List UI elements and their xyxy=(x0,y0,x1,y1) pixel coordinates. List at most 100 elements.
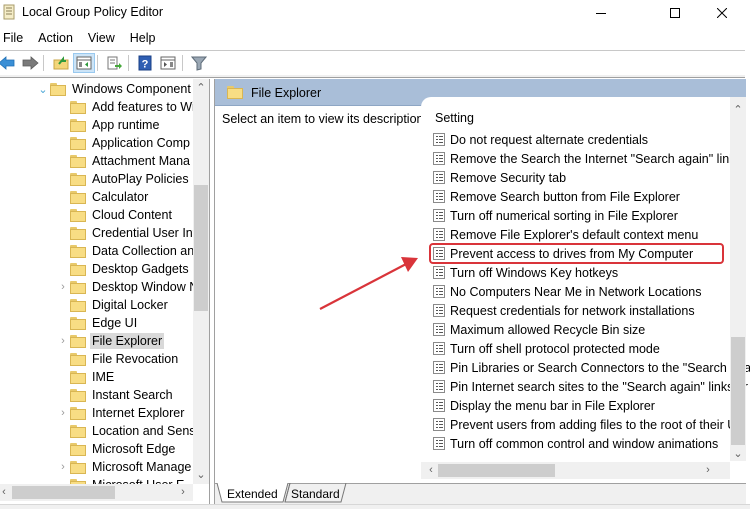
setting-row[interactable]: Do not request alternate credentials xyxy=(433,130,648,149)
setting-row[interactable]: Turn off numerical sorting in File Explo… xyxy=(433,206,678,225)
setting-label: Do not request alternate credentials xyxy=(450,132,649,147)
tree-horizontal-scroll-thumb[interactable] xyxy=(12,486,115,499)
settings-vertical-scrollbar[interactable]: ⌃ ⌄ xyxy=(730,97,746,461)
tree-item[interactable]: › File Explorer xyxy=(56,332,165,350)
tree-item-label: Data Collection an xyxy=(92,244,195,258)
minimize-icon xyxy=(596,13,606,14)
scroll-down-icon[interactable]: ⌄ xyxy=(193,466,209,482)
scroll-up-icon[interactable]: ⌃ xyxy=(730,101,746,117)
chevron-right-icon[interactable]: › xyxy=(56,404,70,422)
setting-row[interactable]: Request credentials for network installa… xyxy=(433,301,695,320)
chevron-down-icon[interactable]: ⌄ xyxy=(36,80,50,98)
menu-file[interactable]: File xyxy=(0,31,30,45)
tree-item[interactable]: AutoPlay Policies xyxy=(56,170,189,188)
tree-vertical-scroll-thumb[interactable] xyxy=(194,185,208,311)
tab-extended[interactable]: Extended xyxy=(219,484,286,503)
tree-item[interactable]: Digital Locker xyxy=(56,296,168,314)
setting-row[interactable]: Turn off common control and window anima… xyxy=(433,434,718,453)
tree-item[interactable]: Instant Search xyxy=(56,386,173,404)
forward-button[interactable] xyxy=(19,53,41,73)
close-button[interactable] xyxy=(699,0,745,26)
setting-row[interactable]: Pin Libraries or Search Connectors to th… xyxy=(433,358,750,377)
tree-horizontal-scrollbar[interactable]: ‹ › xyxy=(0,484,193,501)
tree-item-label: Attachment Mana xyxy=(92,154,190,168)
filter-button[interactable] xyxy=(188,53,210,73)
tree-item[interactable]: › Internet Explorer xyxy=(56,404,184,422)
menu-help[interactable]: Help xyxy=(126,31,163,45)
setting-row[interactable]: Remove File Explorer's default context m… xyxy=(433,225,698,244)
tree-item[interactable]: App runtime xyxy=(56,116,159,134)
scroll-down-icon[interactable]: ⌄ xyxy=(730,445,746,461)
setting-row[interactable]: Remove Security tab xyxy=(433,168,566,187)
folder-icon xyxy=(70,172,86,186)
tree-item-label: App runtime xyxy=(92,118,160,132)
help-button[interactable]: ? xyxy=(134,53,156,73)
setting-row[interactable]: Display the menu bar in File Explorer xyxy=(433,396,655,415)
tree-item[interactable]: Data Collection an xyxy=(56,242,194,260)
menu-bar: File Action View Help xyxy=(0,27,750,49)
tree-item[interactable]: Edge UI xyxy=(56,314,137,332)
tree-item[interactable]: Application Comp xyxy=(56,134,190,152)
tree-vertical-scrollbar[interactable]: ⌃ ⌄ xyxy=(193,79,209,484)
setting-label: Turn off common control and window anima… xyxy=(450,436,719,451)
setting-row[interactable]: No Computers Near Me in Network Location… xyxy=(433,282,702,301)
setting-row[interactable]: Pin Internet search sites to the "Search… xyxy=(433,377,748,396)
tree-item[interactable]: Add features to Wi xyxy=(56,98,195,116)
settings-horizontal-scroll-thumb[interactable] xyxy=(438,464,555,477)
up-one-level-button[interactable] xyxy=(50,53,72,73)
tree-item[interactable]: Credential User Int xyxy=(56,224,196,242)
setting-row[interactable]: Maximum allowed Recycle Bin size xyxy=(433,320,645,339)
tree-item[interactable]: Location and Sens xyxy=(56,422,196,440)
tree-item[interactable]: Calculator xyxy=(56,188,148,206)
menu-action[interactable]: Action xyxy=(34,31,80,45)
folder-icon xyxy=(70,280,86,294)
setting-row[interactable]: Turn off shell protocol protected mode xyxy=(433,339,660,358)
chevron-right-icon[interactable]: › xyxy=(56,278,70,296)
maximize-button[interactable] xyxy=(652,0,698,26)
export-list-button[interactable] xyxy=(103,53,125,73)
settings-horizontal-scrollbar[interactable]: ‹ › xyxy=(421,462,730,479)
chevron-right-icon[interactable]: › xyxy=(56,458,70,476)
menu-view[interactable]: View xyxy=(84,31,122,45)
show-hide-action-pane-button[interactable] xyxy=(157,53,179,73)
setting-label: Display the menu bar in File Explorer xyxy=(450,398,655,413)
export-list-icon xyxy=(107,56,122,69)
tree-item[interactable]: › Microsoft Manage xyxy=(56,458,191,476)
settings-vertical-scroll-thumb[interactable] xyxy=(731,337,745,445)
tree-item[interactable]: Microsoft Edge xyxy=(56,440,175,458)
back-button[interactable] xyxy=(0,53,18,73)
svg-text:?: ? xyxy=(142,59,149,71)
scroll-left-icon[interactable]: ‹ xyxy=(0,484,12,500)
tree-item[interactable]: Desktop Gadgets xyxy=(56,260,189,278)
scroll-right-icon[interactable]: › xyxy=(700,462,716,478)
setting-row[interactable]: Remove Search button from File Explorer xyxy=(433,187,680,206)
tree-item[interactable]: File Revocation xyxy=(56,350,178,368)
chevron-right-icon[interactable]: › xyxy=(56,332,70,350)
tree-item-windows-components[interactable]: ⌄ Windows Component xyxy=(36,80,191,98)
tree-item[interactable]: › Desktop Window N xyxy=(56,278,198,296)
scroll-left-icon[interactable]: ‹ xyxy=(423,462,439,478)
setting-label: Turn off shell protocol protected mode xyxy=(450,341,660,356)
setting-row[interactable]: Prevent users from adding files to the r… xyxy=(433,415,743,434)
setting-row[interactable]: Remove the Search the Internet "Search a… xyxy=(433,149,735,168)
tree-item[interactable]: Cloud Content xyxy=(56,206,172,224)
show-hide-console-tree-button[interactable] xyxy=(73,53,95,73)
toolbar-separator xyxy=(97,55,98,71)
folder-icon xyxy=(70,298,86,312)
minimize-button[interactable] xyxy=(578,0,624,26)
column-header-setting[interactable]: Setting xyxy=(435,111,474,125)
tree-item[interactable]: Attachment Mana xyxy=(56,152,190,170)
setting-row[interactable]: Turn off Windows Key hotkeys xyxy=(433,263,618,282)
policy-setting-icon xyxy=(433,361,445,374)
tree-item[interactable]: IME xyxy=(56,368,114,386)
scroll-up-icon[interactable]: ⌃ xyxy=(193,79,209,95)
tab-standard[interactable]: Standard xyxy=(283,484,348,503)
tree-item-label: AutoPlay Policies xyxy=(92,172,189,186)
tree-item-label: Windows Component xyxy=(72,82,191,96)
tree-item-label: Digital Locker xyxy=(92,298,168,312)
scroll-right-icon[interactable]: › xyxy=(175,484,191,500)
